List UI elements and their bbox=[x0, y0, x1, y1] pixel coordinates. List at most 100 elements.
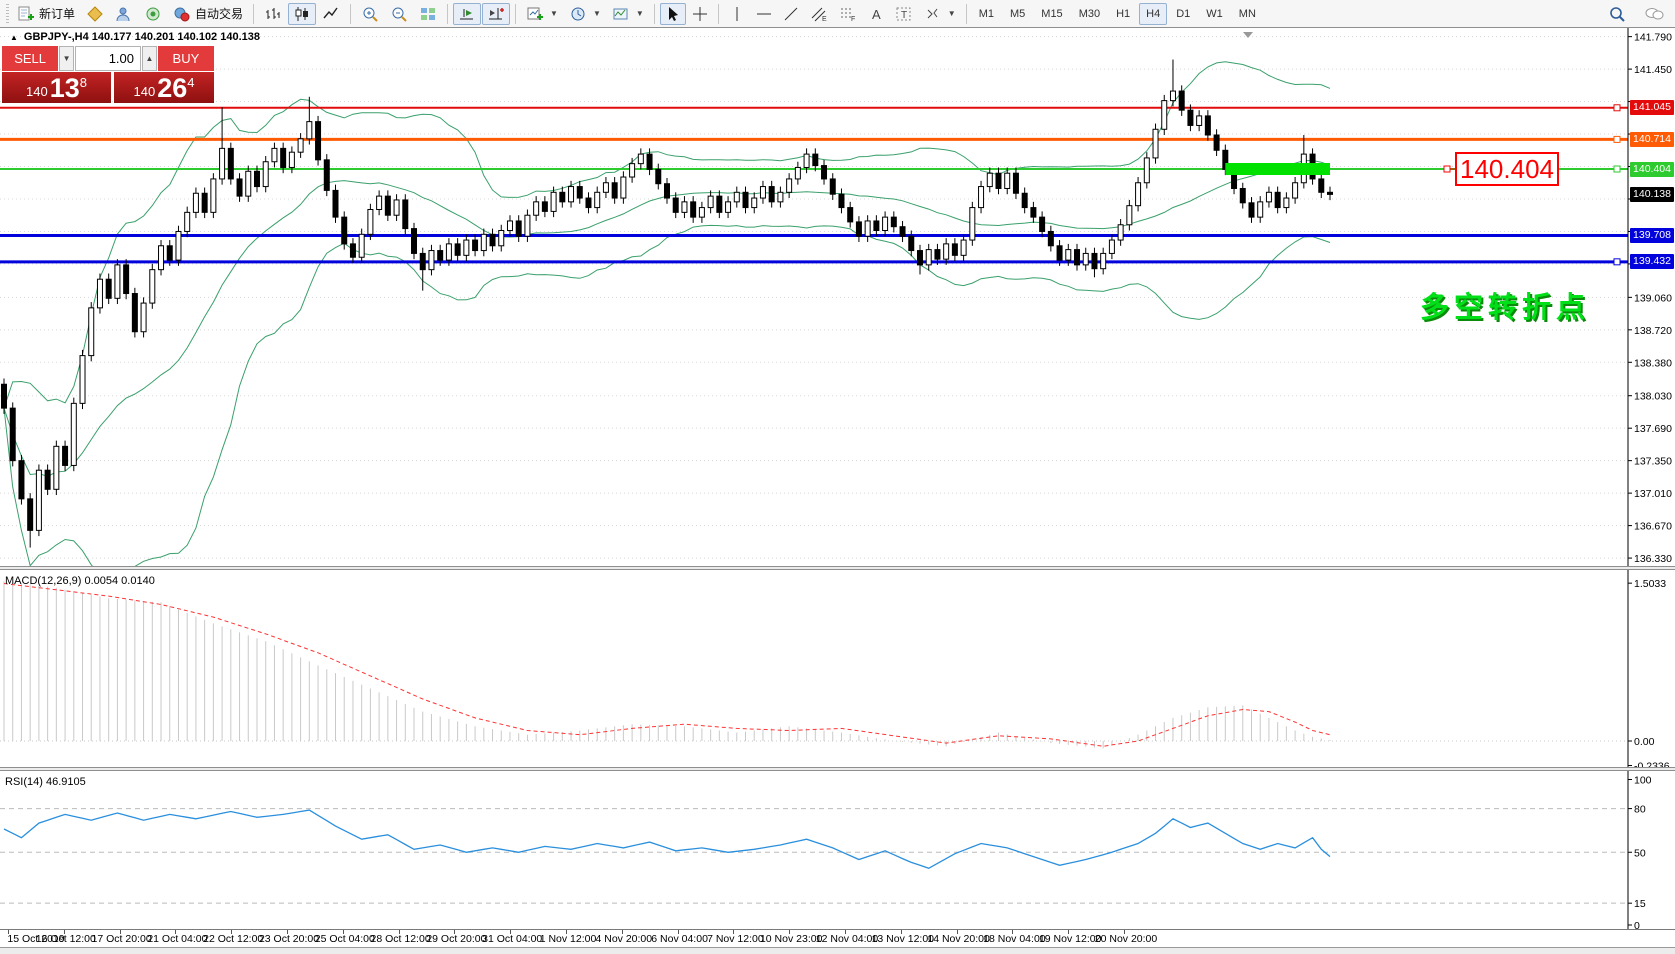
text-icon: A bbox=[868, 6, 884, 22]
divider bbox=[350, 4, 351, 24]
zoom-in-button[interactable] bbox=[356, 3, 384, 25]
svg-text:RSI(14) 46.9105: RSI(14) 46.9105 bbox=[5, 776, 86, 788]
price-tag: 139.708 bbox=[1630, 228, 1674, 243]
channel-button[interactable]: E bbox=[805, 3, 833, 25]
svg-text:MACD(12,26,9) 0.0054 0.0140: MACD(12,26,9) 0.0054 0.0140 bbox=[5, 575, 155, 587]
divider bbox=[966, 4, 967, 24]
new-chart-icon bbox=[526, 6, 544, 22]
divider bbox=[515, 4, 516, 24]
text-label-button[interactable]: T bbox=[890, 3, 918, 25]
autotrading-label: 自动交易 bbox=[195, 5, 243, 22]
sell-price-display[interactable]: 140 13 8 bbox=[2, 72, 111, 103]
collapse-panel-icon[interactable]: ▲ bbox=[10, 33, 18, 42]
svg-text:141.790: 141.790 bbox=[1634, 32, 1672, 44]
volume-input[interactable] bbox=[75, 46, 141, 71]
line-chart-button[interactable] bbox=[317, 3, 345, 25]
new-order-icon bbox=[17, 6, 35, 22]
svg-text:137.010: 137.010 bbox=[1634, 488, 1672, 500]
bar-chart-button[interactable] bbox=[259, 3, 287, 25]
svg-text:136.670: 136.670 bbox=[1634, 521, 1672, 533]
svg-text:A: A bbox=[872, 7, 881, 22]
one-click-trading-panel: SELL ▼ ▲ BUY 140 13 8 140 26 4 bbox=[2, 46, 214, 103]
svg-text:0.00: 0.00 bbox=[1634, 736, 1655, 748]
zoom-out-button[interactable] bbox=[385, 3, 413, 25]
timeframe-button-h4[interactable]: H4 bbox=[1139, 3, 1167, 25]
crosshair-button[interactable] bbox=[687, 3, 713, 25]
sell-price-big: 13 bbox=[50, 75, 80, 102]
toolbar-grip[interactable] bbox=[6, 4, 9, 24]
crosshair-icon bbox=[692, 6, 708, 22]
vertical-line-button[interactable] bbox=[724, 3, 750, 25]
periods-button[interactable]: ▼ bbox=[564, 3, 606, 25]
rsi-pane[interactable]: RSI(14) 46.91051008050150 bbox=[0, 771, 1675, 929]
divider bbox=[718, 4, 719, 24]
bar-chart-icon bbox=[264, 6, 282, 22]
buy-price-prefix: 140 bbox=[134, 84, 156, 99]
new-order-button[interactable]: 新订单 bbox=[12, 3, 80, 25]
divider bbox=[654, 4, 655, 24]
person-icon bbox=[115, 6, 133, 22]
buy-price-display[interactable]: 140 26 4 bbox=[114, 72, 214, 103]
arrows-button[interactable]: ▼ bbox=[919, 3, 961, 25]
cursor-button[interactable] bbox=[660, 3, 686, 25]
chevron-down-icon: ▼ bbox=[948, 9, 956, 18]
zoom-out-icon bbox=[390, 6, 408, 22]
svg-text:50: 50 bbox=[1634, 847, 1646, 859]
svg-text:0: 0 bbox=[1634, 920, 1640, 929]
new-chart-button[interactable]: ▼ bbox=[521, 3, 563, 25]
horizontal-line-button[interactable] bbox=[751, 3, 777, 25]
svg-text:138.030: 138.030 bbox=[1634, 391, 1672, 403]
search-button[interactable] bbox=[1603, 3, 1631, 25]
svg-text:100: 100 bbox=[1634, 775, 1652, 787]
timeframe-group: M1M5M15M30H1H4D1W1MN bbox=[972, 3, 1263, 25]
time-label: 20 Nov 20:00 bbox=[1091, 933, 1161, 945]
chart-shift-button[interactable] bbox=[482, 3, 510, 25]
horizontal-line-icon bbox=[756, 6, 772, 22]
auto-scroll-button[interactable] bbox=[453, 3, 481, 25]
profiles-button[interactable] bbox=[110, 3, 138, 25]
chat-bubbles-icon bbox=[1644, 5, 1664, 23]
time-axis[interactable]: 15 Oct 201916 Oct 12:0017 Oct 20:0021 Oc… bbox=[0, 929, 1675, 947]
price-tag: 141.045 bbox=[1630, 100, 1674, 115]
price-annotation-box[interactable]: 140.404 bbox=[1455, 152, 1559, 186]
speaker-icon bbox=[144, 6, 162, 22]
price-tag: 140.404 bbox=[1630, 162, 1674, 177]
templates-button[interactable]: ▼ bbox=[607, 3, 649, 25]
svg-text:15: 15 bbox=[1634, 898, 1646, 910]
vertical-line-icon bbox=[729, 6, 745, 22]
timeframe-button-m15[interactable]: M15 bbox=[1034, 3, 1069, 25]
timeframe-button-w1[interactable]: W1 bbox=[1199, 3, 1230, 25]
timeframe-button-m30[interactable]: M30 bbox=[1072, 3, 1107, 25]
timeframe-button-d1[interactable]: D1 bbox=[1169, 3, 1197, 25]
timeframe-button-m5[interactable]: M5 bbox=[1003, 3, 1032, 25]
sell-button[interactable]: SELL bbox=[2, 46, 58, 71]
trendline-button[interactable] bbox=[778, 3, 804, 25]
buy-button[interactable]: BUY bbox=[158, 46, 214, 71]
price-tag: 139.432 bbox=[1630, 254, 1674, 269]
timeframe-button-h1[interactable]: H1 bbox=[1109, 3, 1137, 25]
fibonacci-button[interactable]: F bbox=[834, 3, 862, 25]
timeframe-button-mn[interactable]: MN bbox=[1232, 3, 1263, 25]
diamond-button[interactable] bbox=[81, 3, 109, 25]
fibonacci-icon: F bbox=[839, 6, 857, 22]
svg-text:137.350: 137.350 bbox=[1634, 456, 1672, 468]
symbol-ohlc-text: GBPJPY-,H4 140.177 140.201 140.102 140.1… bbox=[24, 31, 260, 43]
price-tag: 140.714 bbox=[1630, 132, 1674, 147]
timeframe-button-m1[interactable]: M1 bbox=[972, 3, 1001, 25]
candlestick-chart-button[interactable] bbox=[288, 3, 316, 25]
volume-decrease-button[interactable]: ▼ bbox=[59, 46, 74, 71]
volume-increase-button[interactable]: ▲ bbox=[142, 46, 157, 71]
chevron-down-icon: ▼ bbox=[550, 9, 558, 18]
signals-button[interactable] bbox=[139, 3, 167, 25]
diamond-icon bbox=[86, 6, 104, 22]
tile-windows-icon bbox=[419, 6, 437, 22]
tile-windows-button[interactable] bbox=[414, 3, 442, 25]
chat-button[interactable] bbox=[1639, 3, 1669, 25]
macd-pane[interactable]: MACD(12,26,9) 0.0054 0.01401.50330.00-0.… bbox=[0, 570, 1675, 767]
symbol-ohlc-header[interactable]: ▲ GBPJPY-,H4 140.177 140.201 140.102 140… bbox=[10, 31, 260, 43]
svg-text:139.060: 139.060 bbox=[1634, 292, 1672, 304]
search-icon bbox=[1608, 5, 1626, 23]
autotrading-button[interactable]: 自动交易 bbox=[168, 3, 248, 25]
text-button[interactable]: A bbox=[863, 3, 889, 25]
chinese-annotation-text[interactable]: 多空转折点 bbox=[1420, 284, 1590, 326]
